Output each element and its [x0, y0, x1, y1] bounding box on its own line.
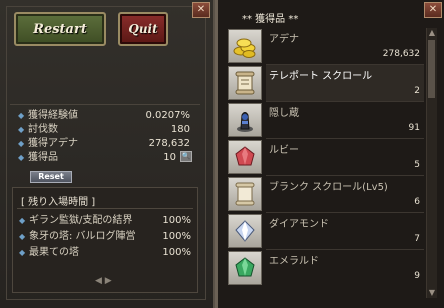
- dungeon-label: ギラン監獄/支配の結界: [29, 215, 133, 226]
- pager-arrows[interactable]: ◀ ▶: [95, 276, 112, 286]
- diamond-icon: [228, 214, 262, 248]
- dungeon-label: 象牙の塔: バルログ陣営: [29, 231, 136, 242]
- stat-label: 獲得アデナ: [28, 138, 78, 149]
- stat-value: 0.0207%: [145, 110, 191, 121]
- bullet-icon: ◆: [19, 216, 26, 225]
- item-count: 7: [414, 234, 420, 244]
- adena-coins-icon: [228, 29, 262, 63]
- scroll-thumb[interactable]: [428, 40, 435, 98]
- item-name: エメラルド: [269, 256, 319, 267]
- dungeon-value: 100%: [162, 231, 191, 242]
- teleport-scroll-icon: [228, 66, 262, 100]
- scroll-down-icon[interactable]: ▼: [427, 288, 437, 298]
- loot-panel: ** 獲得品 ** ✕ アデナ 278,632 テレポート スクロール 2 隠し…: [215, 0, 444, 308]
- dungeon-label: 最果ての塔: [29, 247, 79, 258]
- bullet-icon: ◆: [18, 125, 25, 134]
- bullet-icon: ◆: [18, 153, 25, 162]
- close-icon[interactable]: ✕: [424, 2, 442, 18]
- dungeon-time-box: [ 残り入場時間 ] ◆ ギラン監獄/支配の結界 100% ◆ 象牙の塔: バル…: [12, 187, 198, 293]
- dungeon-row: ◆ ギラン監獄/支配の結界 100%: [19, 214, 191, 228]
- restart-button[interactable]: Restart: [14, 12, 106, 46]
- item-name: ダイアモンド: [269, 219, 329, 230]
- item-name: ブランク スクロール(Lv5): [269, 182, 388, 193]
- quit-button[interactable]: Quit: [118, 12, 168, 46]
- stat-row-kills: ◆ 討伐数 180: [18, 123, 190, 136]
- stat-label: 獲得品: [28, 152, 58, 163]
- stat-row-exp: ◆ 獲得経験値 0.0207%: [18, 109, 190, 122]
- close-icon[interactable]: ✕: [192, 2, 210, 18]
- loot-list: アデナ 278,632 テレポート スクロール 2 隠し蔵 91 ルビー 5 ブ…: [228, 28, 424, 298]
- dungeon-row: ◆ 最果ての塔 100%: [19, 246, 191, 260]
- list-item[interactable]: ルビー 5: [228, 139, 424, 176]
- dungeon-header: [ 残り入場時間 ]: [21, 197, 96, 208]
- item-count: 91: [408, 123, 420, 133]
- item-count: 5: [414, 160, 420, 170]
- emerald-icon: [228, 251, 262, 285]
- bullet-icon: ◆: [19, 248, 26, 257]
- stat-value: 10: [163, 152, 176, 163]
- magnifier-icon[interactable]: 🔍: [180, 151, 192, 162]
- stat-row-adena: ◆ 獲得アデナ 278,632: [18, 137, 190, 150]
- dungeon-value: 100%: [162, 215, 191, 226]
- loot-title: ** 獲得品 **: [242, 14, 299, 25]
- list-item[interactable]: 隠し蔵 91: [228, 102, 424, 139]
- list-item[interactable]: テレポート スクロール 2: [228, 65, 424, 102]
- item-name: テレポート スクロール: [269, 71, 373, 82]
- stat-label: 獲得経験値: [28, 110, 78, 121]
- loot-scrollbar[interactable]: ▲ ▼: [426, 28, 437, 298]
- scroll-up-icon[interactable]: ▲: [427, 28, 437, 38]
- blank-scroll-icon: [228, 177, 262, 211]
- item-count: 6: [414, 197, 420, 207]
- bullet-icon: ◆: [18, 139, 25, 148]
- hidden-storage-icon: [228, 103, 262, 137]
- item-name: ルビー: [269, 145, 299, 156]
- item-name: アデナ: [269, 34, 299, 45]
- dungeon-row: ◆ 象牙の塔: バルログ陣営 100%: [19, 230, 191, 244]
- list-item[interactable]: ブランク スクロール(Lv5) 6: [228, 176, 424, 213]
- ruby-icon: [228, 140, 262, 174]
- stats-block: ◆ 獲得経験値 0.0207% ◆ 討伐数 180 ◆ 獲得アデナ 278,63…: [10, 104, 200, 185]
- bullet-icon: ◆: [19, 232, 26, 241]
- result-panel: Restart Quit ◆ 獲得経験値 0.0207% ◆ 討伐数 180 ◆…: [0, 0, 215, 308]
- stat-label: 討伐数: [28, 124, 58, 135]
- bullet-icon: ◆: [18, 111, 25, 120]
- stat-value: 278,632: [148, 138, 190, 149]
- stat-value: 180: [170, 124, 190, 135]
- divider: [17, 208, 193, 209]
- item-count: 2: [414, 86, 420, 96]
- dungeon-value: 100%: [162, 247, 191, 258]
- reset-button[interactable]: Reset: [30, 171, 72, 183]
- list-item[interactable]: エメラルド 9: [228, 250, 424, 287]
- item-name: 隠し蔵: [269, 108, 299, 119]
- item-count: 9: [414, 271, 420, 281]
- item-count: 278,632: [382, 49, 420, 59]
- list-item[interactable]: ダイアモンド 7: [228, 213, 424, 250]
- stat-row-items: ◆ 獲得品 10 🔍: [18, 151, 192, 164]
- list-item[interactable]: アデナ 278,632: [228, 28, 424, 65]
